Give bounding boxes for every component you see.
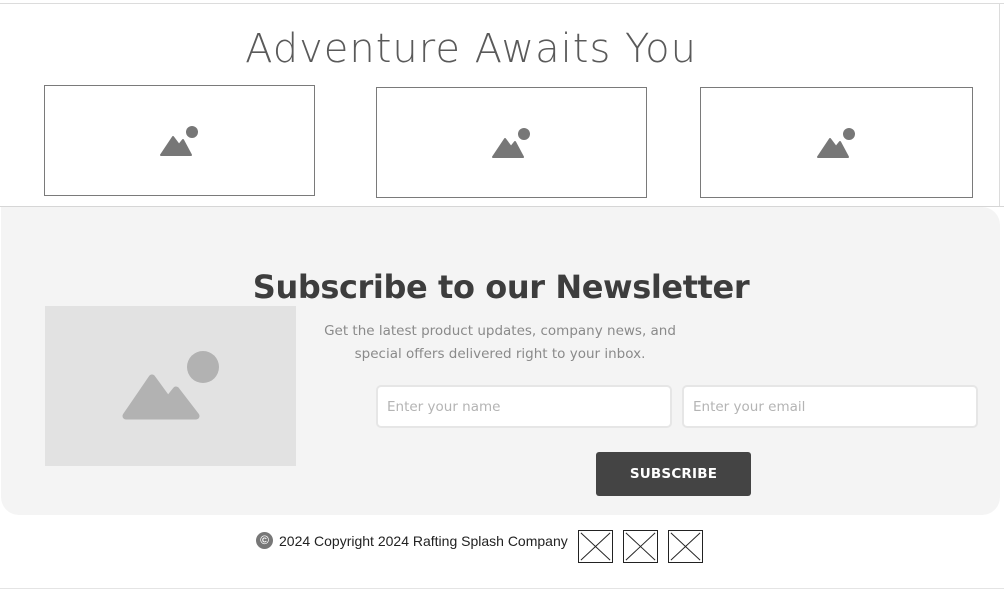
broken-image-icon — [625, 532, 656, 561]
newsletter-description: Get the latest product updates, company … — [324, 323, 676, 362]
subscribe-button[interactable]: SUBSCRIBE — [596, 452, 751, 496]
copyright-text: 2024 Copyright 2024 Rafting Splash Compa… — [279, 533, 568, 549]
copyright-icon: © — [256, 532, 273, 549]
social-link-1[interactable] — [578, 530, 613, 563]
image-placeholder-icon — [491, 127, 530, 158]
social-link-3[interactable] — [668, 530, 703, 563]
newsletter-image — [45, 306, 296, 466]
right-divider — [999, 3, 1000, 207]
top-divider — [0, 3, 1004, 4]
name-input[interactable] — [376, 385, 672, 428]
broken-image-icon — [670, 532, 701, 561]
image-placeholder-icon — [816, 127, 855, 158]
newsletter-title: Subscribe to our Newsletter — [252, 268, 750, 306]
footer-divider — [0, 588, 1004, 589]
adventure-card-2[interactable] — [376, 87, 647, 198]
email-input[interactable] — [682, 385, 978, 428]
hero-title: Adventure Awaits You — [245, 26, 697, 72]
social-link-2[interactable] — [623, 530, 658, 563]
image-placeholder-icon — [122, 351, 219, 420]
broken-image-icon — [580, 532, 611, 561]
adventure-card-3[interactable] — [700, 87, 973, 198]
adventure-card-1[interactable] — [44, 85, 315, 196]
image-placeholder-icon — [159, 125, 198, 156]
